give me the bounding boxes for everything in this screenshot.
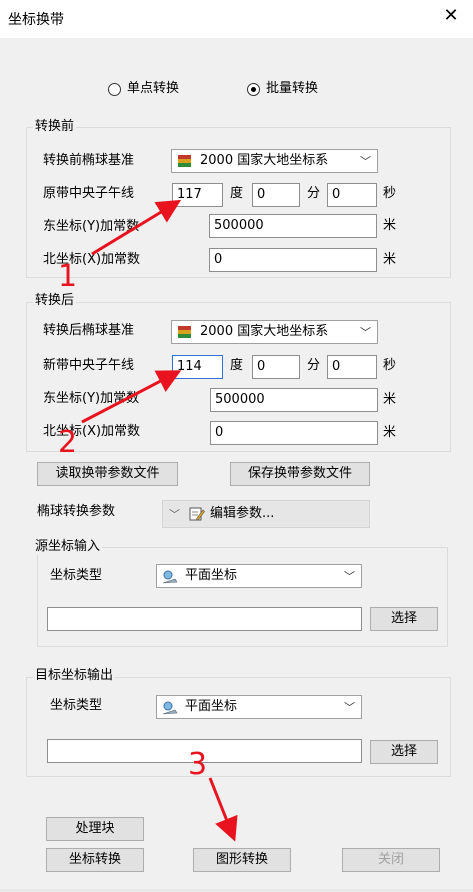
arrow-step2: [81, 370, 182, 424]
annotation-step2: 2: [58, 425, 78, 460]
arrow-step1: [91, 199, 182, 256]
annotation-step1: 1: [58, 259, 78, 294]
annotation-step3: 3: [188, 747, 208, 782]
arrow-step3: [208, 777, 238, 842]
